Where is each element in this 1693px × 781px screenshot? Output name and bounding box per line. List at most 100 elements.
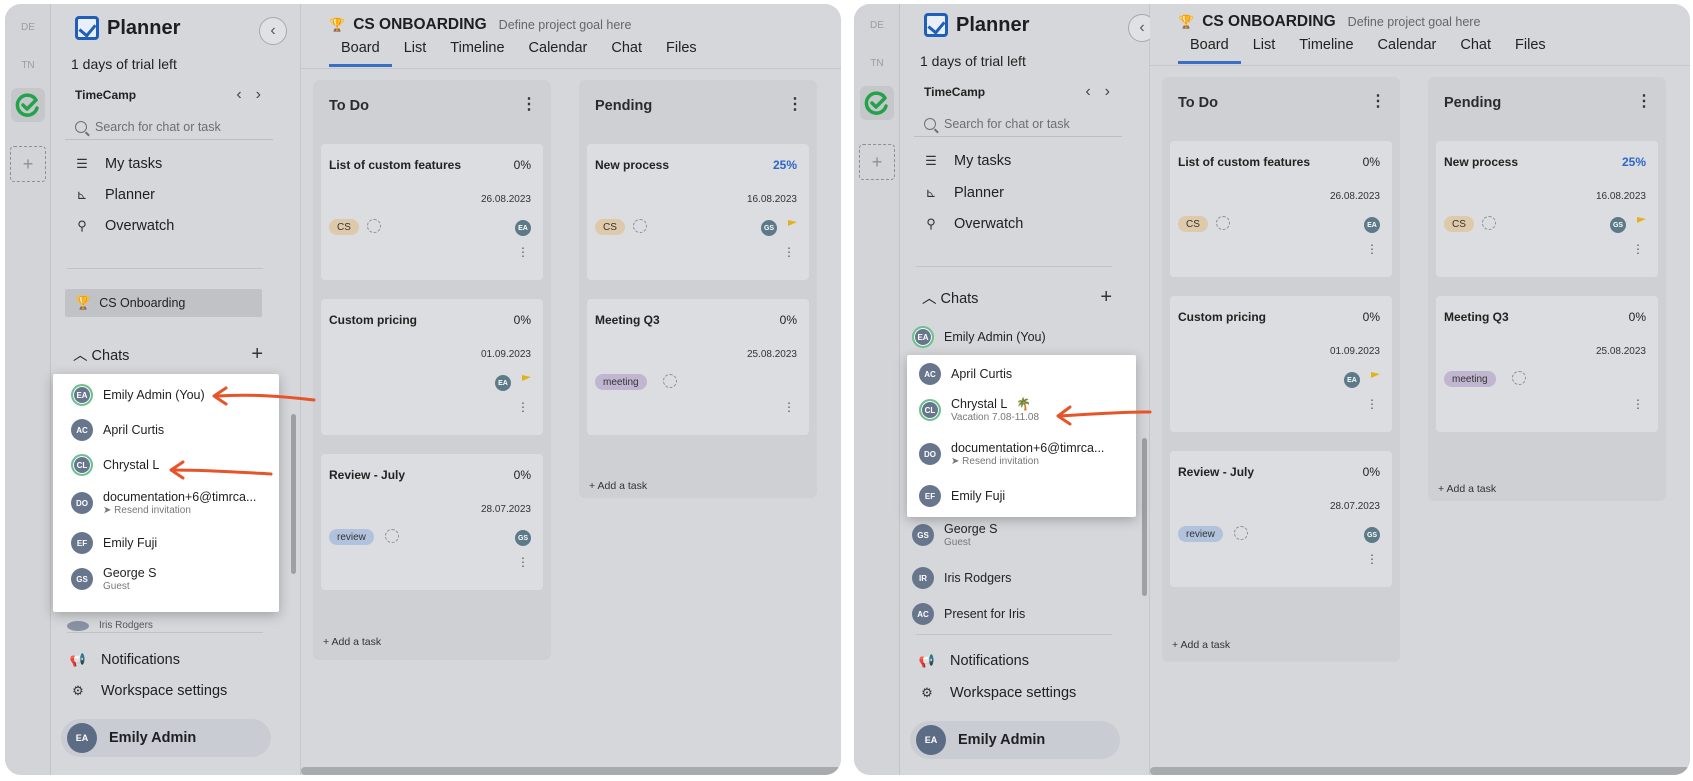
add-task-button[interactable]: + Add a task [1438,483,1496,495]
task-card[interactable]: Review - July 0% 28.07.2023 review GS ⋮ [321,454,543,590]
add-task-button[interactable]: + Add a task [1172,639,1230,651]
tab-calendar[interactable]: Calendar [517,40,600,67]
chats-section-header[interactable]: ︿ Chats + [922,286,1112,309]
tab-board[interactable]: Board [329,40,392,67]
rail-workspace-tn[interactable]: TN [862,48,892,78]
project-goal[interactable]: Define project goal here [499,18,632,32]
task-tag[interactable]: CS [1444,216,1474,232]
search-input[interactable]: Search for chat or task [65,114,273,140]
card-menu-button[interactable]: ⋮ [517,401,529,413]
task-card[interactable]: Meeting Q3 0% 25.08.2023 meeting ⋮ [1436,296,1658,432]
tab-timeline[interactable]: Timeline [438,40,516,67]
current-user[interactable]: EA Emily Admin [910,721,1120,759]
chat-item-iris-rodgers[interactable]: IR Iris Rodgers [912,567,1011,589]
card-menu-button[interactable]: ⋮ [1366,553,1378,565]
chat-item-george-s[interactable]: GS George S Guest [71,566,157,592]
project-item-cs-onboarding[interactable]: 🏆 CS Onboarding [65,289,262,317]
collapse-sidebar-button[interactable]: ‹ [259,17,287,45]
task-card[interactable]: New process 25% 16.08.2023 CS GS ⋮ [587,144,809,280]
nav-notifications[interactable]: 📢 Notifications [918,653,1029,669]
workspace-nav-arrows[interactable]: ‹› [236,86,275,104]
nav-planner[interactable]: ⊾ Planner [73,187,155,203]
chat-item-documentation[interactable]: DO documentation+6@timrca... ➤ Resend in… [71,490,256,516]
sidebar-scrollbar[interactable] [291,414,296,574]
add-task-button[interactable]: + Add a task [589,480,647,492]
tab-calendar[interactable]: Calendar [1366,37,1449,64]
chat-item-emily-fuji[interactable]: EF Emily Fuji [71,532,157,554]
chat-item-documentation[interactable]: DO documentation+6@timrca... ➤ Resend in… [919,441,1104,467]
rail-workspace-timecamp[interactable] [860,86,894,120]
tab-list[interactable]: List [392,40,439,67]
nav-my-tasks[interactable]: ☰ My tasks [922,153,1011,169]
rail-workspace-de[interactable]: DE [862,10,892,40]
task-tag[interactable]: review [1178,526,1223,542]
nav-overwatch[interactable]: ⚲ Overwatch [922,216,1023,232]
tab-chat[interactable]: Chat [1448,37,1503,64]
nav-workspace-settings[interactable]: ⚙ Workspace settings [918,685,1076,701]
resend-invitation-link[interactable]: ➤ Resend invitation [951,456,1104,467]
rail-workspace-de[interactable]: DE [13,12,43,42]
card-menu-button[interactable]: ⋮ [1366,398,1378,410]
card-menu-button[interactable]: ⋮ [783,246,795,258]
current-user[interactable]: EA Emily Admin [61,719,271,757]
add-workspace-button[interactable]: + [859,144,895,180]
nav-notifications[interactable]: 📢 Notifications [69,652,180,668]
card-menu-button[interactable]: ⋮ [1632,243,1644,255]
add-task-button[interactable]: + Add a task [323,636,381,648]
tab-files[interactable]: Files [1503,37,1558,64]
card-menu-button[interactable]: ⋮ [1632,398,1644,410]
task-tag[interactable]: review [329,529,374,545]
column-menu-button[interactable]: ⋮ [787,94,803,114]
sidebar-scrollbar[interactable] [1142,438,1147,596]
column-menu-button[interactable]: ⋮ [1370,91,1386,111]
card-menu-button[interactable]: ⋮ [517,246,529,258]
task-tag[interactable]: CS [595,219,625,235]
board-horizontal-scrollbar[interactable] [301,767,841,775]
column-menu-button[interactable]: ⋮ [521,94,537,114]
chat-item-emily-fuji[interactable]: EF Emily Fuji [919,485,1005,507]
nav-workspace-settings[interactable]: ⚙ Workspace settings [69,683,227,699]
chat-item-partial[interactable]: Iris Rodgers [67,620,153,631]
search-input[interactable]: Search for chat or task [914,111,1122,137]
chat-item-george-s[interactable]: GS George S Guest [912,522,998,548]
add-workspace-button[interactable]: + [10,146,46,182]
task-card[interactable]: Custom pricing 0% 01.09.2023 EA ⋮ [1170,296,1392,432]
tab-chat[interactable]: Chat [599,40,654,67]
task-card[interactable]: New process 25% 16.08.2023 CS GS ⋮ [1436,141,1658,277]
tab-timeline[interactable]: Timeline [1287,37,1365,64]
card-menu-button[interactable]: ⋮ [517,556,529,568]
task-card[interactable]: Meeting Q3 0% 25.08.2023 meeting ⋮ [587,299,809,435]
workspace-nav-arrows[interactable]: ‹› [1085,83,1124,101]
chat-item-april-curtis[interactable]: AC April Curtis [71,419,164,441]
card-menu-button[interactable]: ⋮ [783,401,795,413]
board-horizontal-scrollbar[interactable] [1150,767,1690,775]
nav-my-tasks[interactable]: ☰ My tasks [73,156,162,172]
chat-item-chrystal-l[interactable]: CL Chrystal L [71,454,159,476]
add-chat-button[interactable]: + [1100,286,1112,309]
chat-item-april-curtis[interactable]: AC April Curtis [919,363,1012,385]
task-tag[interactable]: meeting [1444,371,1496,387]
card-menu-button[interactable]: ⋮ [1366,243,1378,255]
tab-list[interactable]: List [1241,37,1288,64]
chat-item-emily-admin[interactable]: EA Emily Admin (You) [71,384,205,406]
chat-item-emily-admin[interactable]: EA Emily Admin (You) [912,326,1046,348]
project-goal[interactable]: Define project goal here [1348,15,1481,29]
rail-workspace-tn[interactable]: TN [13,50,43,80]
rail-workspace-timecamp[interactable] [11,88,45,122]
task-card[interactable]: Review - July 0% 28.07.2023 review GS ⋮ [1170,451,1392,587]
task-card[interactable]: List of custom features 0% 26.08.2023 CS… [1170,141,1392,277]
add-chat-button[interactable]: + [251,343,263,366]
resend-invitation-link[interactable]: ➤ Resend invitation [103,505,256,516]
task-tag[interactable]: CS [1178,216,1208,232]
chat-item-present-for-iris[interactable]: AC Present for Iris [912,603,1025,625]
task-tag[interactable]: CS [329,219,359,235]
task-card[interactable]: Custom pricing 0% 01.09.2023 EA ⋮ [321,299,543,435]
task-tag[interactable]: meeting [595,374,647,390]
nav-overwatch[interactable]: ⚲ Overwatch [73,218,174,234]
tab-board[interactable]: Board [1178,37,1241,64]
task-card[interactable]: List of custom features 0% 26.08.2023 CS… [321,144,543,280]
chat-item-chrystal-l[interactable]: CL Chrystal L 🌴 Vacation 7.08-11.08 [919,397,1039,423]
nav-planner[interactable]: ⊾ Planner [922,185,1004,201]
chats-toggle[interactable]: ︿ Chats [922,287,978,308]
chats-section-header[interactable]: ︿ Chats + [73,343,263,366]
